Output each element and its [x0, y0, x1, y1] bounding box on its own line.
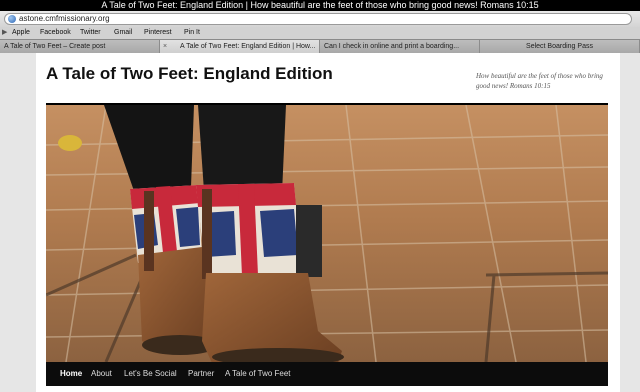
window-title: A Tale of Two Feet: England Edition | Ho…	[0, 0, 640, 11]
nav-about[interactable]: About	[91, 362, 112, 386]
address-bar[interactable]: astone.cmfmissionary.org	[4, 13, 632, 25]
page-viewport: A Tale of Two Feet: England Edition How …	[0, 53, 640, 392]
blog-content: A Tale of Two Feet: England Edition How …	[36, 53, 620, 392]
tab-label: Can I check in online and print a boardi…	[324, 43, 460, 50]
site-description: How beautiful are the feet of those who …	[476, 72, 603, 90]
tab-label: A Tale of Two Feet – Create post	[4, 43, 106, 50]
main-nav: Home About Let's Be Social Partner A Tal…	[46, 362, 608, 386]
tab-england-edition[interactable]: × A Tale of Two Feet: England Edition | …	[160, 40, 320, 53]
header-image	[46, 105, 608, 362]
bookmark-twitter[interactable]: Twitter	[80, 27, 101, 39]
close-tab-icon[interactable]: ×	[163, 40, 167, 53]
nav-partner[interactable]: Partner	[188, 362, 214, 386]
tab-boarding-check-in[interactable]: Can I check in online and print a boardi…	[320, 40, 480, 53]
bookmark-pin-it[interactable]: Pin It	[184, 27, 200, 39]
nav-home[interactable]: Home	[60, 362, 82, 386]
tab-select-boarding-pass[interactable]: Select Boarding Pass	[480, 40, 640, 53]
tab-label: Select Boarding Pass	[526, 43, 593, 50]
bookmark-gmail[interactable]: Gmail	[114, 27, 132, 39]
bookmarks-menu-icon[interactable]: ▶	[2, 27, 7, 39]
site-title[interactable]: A Tale of Two Feet: England Edition	[46, 64, 333, 84]
tab-create-post[interactable]: A Tale of Two Feet – Create post	[0, 40, 160, 53]
nav-a-tale-of-two-feet[interactable]: A Tale of Two Feet	[225, 362, 291, 386]
bookmark-pinterest[interactable]: Pinterest	[144, 27, 172, 39]
bookmark-facebook[interactable]: Facebook	[40, 27, 71, 39]
browser-toolbar: astone.cmfmissionary.org	[0, 11, 640, 27]
nav-lets-be-social[interactable]: Let's Be Social	[124, 362, 177, 386]
tab-strip: A Tale of Two Feet – Create post × A Tal…	[0, 39, 640, 53]
address-url: astone.cmfmissionary.org	[19, 14, 110, 23]
bookmarks-bar: ▶ Apple Facebook Twitter Gmail Pinterest…	[0, 27, 640, 39]
globe-icon	[8, 15, 16, 23]
boots-photo	[46, 105, 608, 362]
bookmark-apple[interactable]: Apple	[12, 27, 30, 39]
tab-label: A Tale of Two Feet: England Edition | Ho…	[180, 43, 316, 50]
